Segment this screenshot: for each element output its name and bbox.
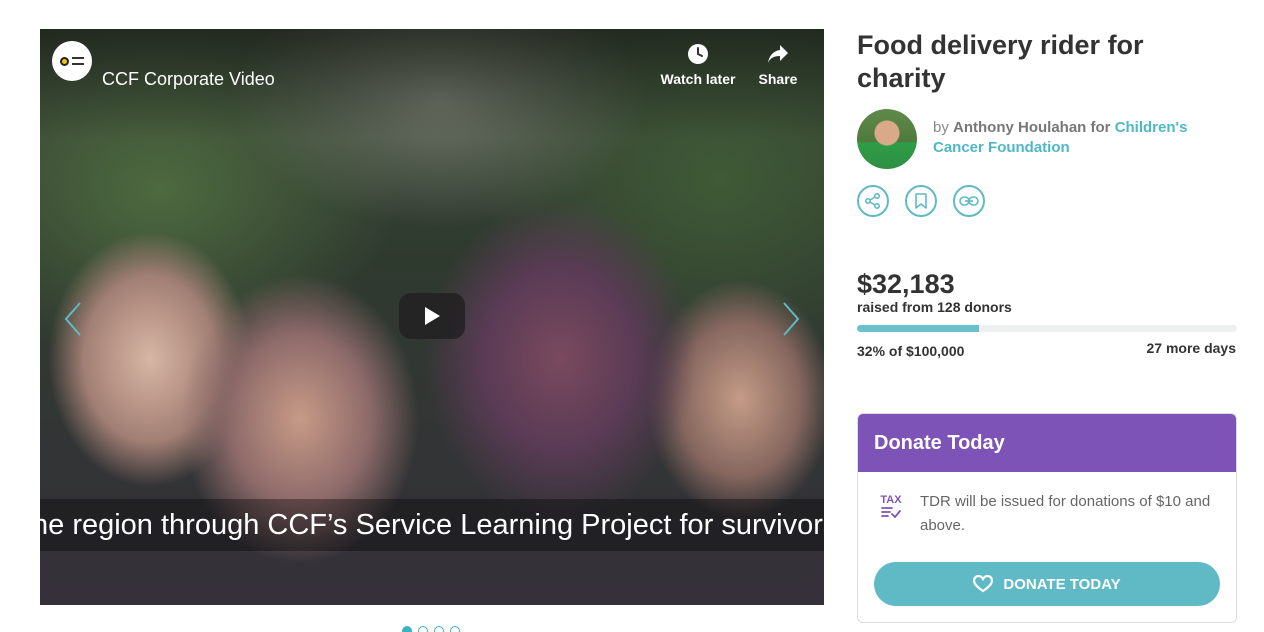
donate-button-label: DONATE TODAY (1003, 575, 1121, 593)
progress-bar (857, 325, 1237, 332)
copy-link-button[interactable] (953, 185, 985, 217)
link-icon (959, 196, 979, 206)
days-left: 27 more days (1146, 340, 1237, 356)
progress-fill (857, 325, 979, 332)
channel-logo[interactable] (52, 41, 92, 81)
tax-checklist-icon (881, 507, 901, 519)
watch-later-label: Watch later (660, 71, 736, 87)
share-arrow-icon (768, 45, 788, 63)
campaign-title: Food delivery rider for charity (857, 30, 1144, 93)
play-icon (425, 307, 440, 325)
logo-text-icon (72, 57, 84, 65)
share-button[interactable] (857, 185, 889, 217)
share-video-label: Share (758, 71, 798, 87)
logo-mark-icon (60, 56, 69, 66)
bookmark-button[interactable] (905, 185, 937, 217)
carousel-prev-arrow-icon[interactable] (62, 301, 84, 337)
campaign-page: CCF Corporate Video Watch later Share he… (0, 0, 1264, 632)
by-prefix: by (933, 119, 949, 136)
heart-icon (973, 575, 994, 593)
watch-later-button[interactable]: Watch later (658, 43, 738, 87)
carousel-dot[interactable] (418, 626, 428, 632)
video-title[interactable]: CCF Corporate Video (102, 68, 275, 90)
donate-header: Donate Today (858, 414, 1236, 472)
share-video-button[interactable]: Share (738, 43, 818, 87)
donate-today-button[interactable]: DONATE TODAY (874, 562, 1220, 606)
byline: by Anthony Houlahan for Children's Cance… (933, 118, 1213, 158)
tax-icon: TAX (878, 494, 904, 521)
share-icon (864, 192, 881, 210)
clock-icon (688, 44, 708, 64)
bookmark-icon (915, 193, 927, 209)
donors-count: raised from 128 donors (857, 299, 1012, 315)
fundraiser-avatar[interactable] (857, 109, 917, 169)
carousel-dot[interactable] (434, 626, 444, 632)
carousel-dots (402, 626, 460, 632)
tdr-notice: TDR will be issued for donations of $10 … (920, 493, 1211, 534)
play-button[interactable] (399, 293, 465, 339)
video-player[interactable]: CCF Corporate Video Watch later Share he… (40, 29, 824, 605)
carousel-dot[interactable] (450, 626, 460, 632)
donate-card: Donate Today TAX TDR will be issued for … (857, 413, 1237, 623)
author-link[interactable]: Anthony Houlahan (953, 119, 1086, 136)
carousel-dot[interactable] (402, 626, 412, 632)
video-caption: he region through CCF’s Service Learning… (40, 499, 824, 551)
amount-raised: $32,183 (857, 269, 955, 299)
goal-text: 32% of $100,000 (857, 343, 965, 359)
for-word: for (1090, 119, 1111, 136)
carousel-next-arrow-icon[interactable] (780, 301, 802, 337)
tax-badge-label: TAX (880, 494, 902, 506)
